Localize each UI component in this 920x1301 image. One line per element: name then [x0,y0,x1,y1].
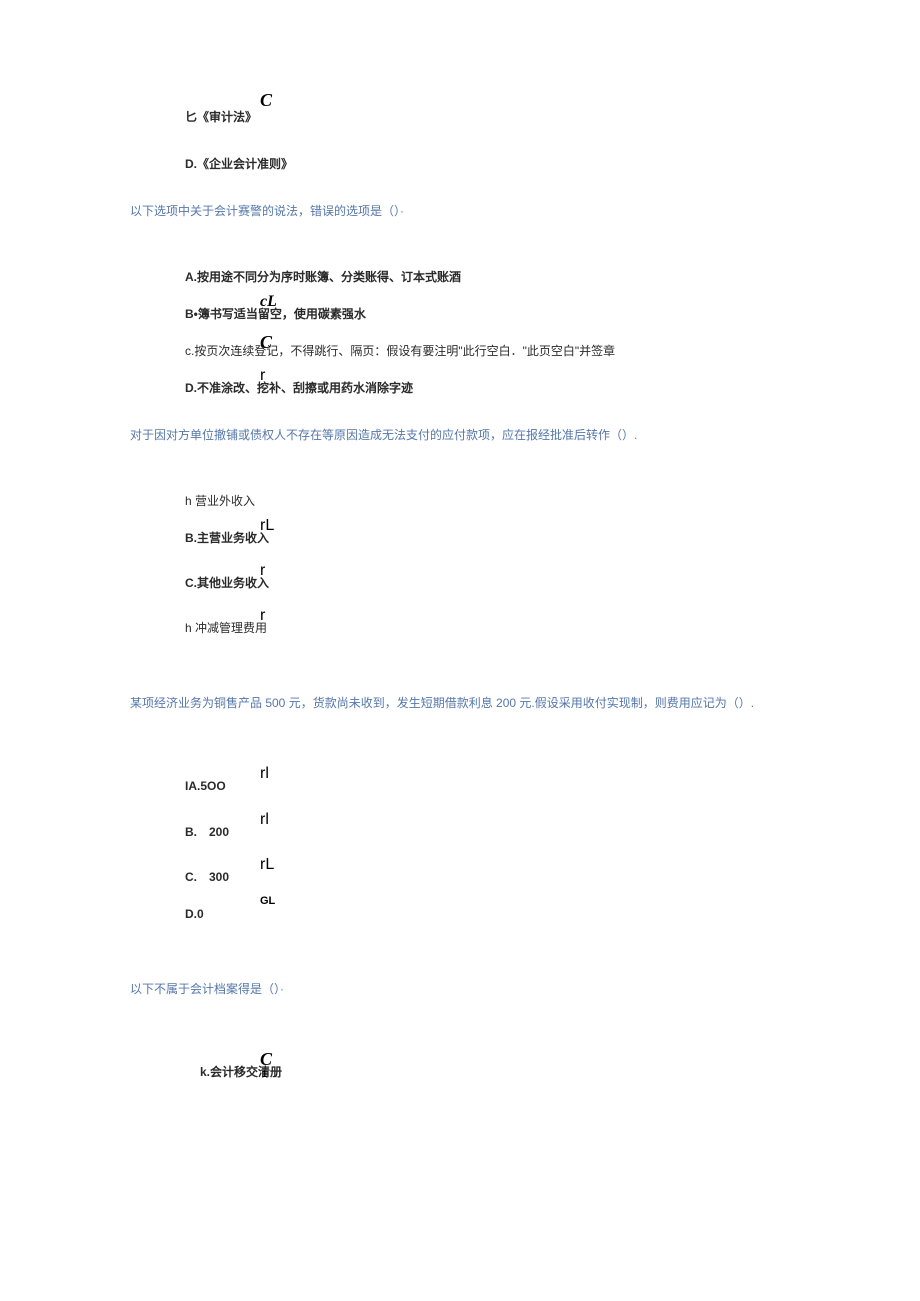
option-row: C 1 k.会计移交清册 [130,1055,790,1082]
question-text: 对于因对方单位撤铺或债权人不存在等原因造成无法支付的应付款项，应在报经批准后转作… [130,426,790,445]
option-row: GL D.0 [130,897,790,924]
document-page: C 匕《审计法》 D.《企业会计准则》 以下选项中关于会计赛警的说法，错误的选项… [0,0,920,1133]
option-d-text: D.《企业会计准则》 [185,155,790,174]
option-d-text: D.不准涂改、挖补、刮擦或用药水消除字迹 [185,379,790,398]
superscript-marker: 1 [262,1069,267,1079]
option-row: rL B.主营业务收入 [130,521,790,548]
option-b-text: B. 200 [185,823,790,842]
radio-marker: C [260,332,272,353]
radio-marker: rl [260,811,269,829]
radio-marker: C [260,1049,272,1070]
option-d-text: h 冲减管理费用 [185,619,790,638]
option-a-text: k.会计移交清册 [200,1063,790,1082]
option-a-text: h 营业外收入 [185,492,790,511]
option-row: h 营业外收入 [130,492,790,511]
radio-marker: r [260,367,265,385]
radio-marker: r [260,562,265,580]
option-a-text: IA.5OO [185,777,790,796]
option-row: cL B•簿书写适当留空，使用碳素强水 [130,297,790,324]
radio-marker: r [260,607,265,625]
radio-marker: C [260,90,272,111]
option-row: r C.其他业务收入 [130,566,790,593]
option-row: rl B. 200 [130,815,790,842]
option-row: D.《企业会计准则》 [130,155,790,174]
option-row: C c.按页次连续登记，不得跳行、隔页：假设有要注明"此行空白．"此页空白"并签… [130,334,790,361]
option-c-text: C. 300 [185,868,790,887]
option-d-text: D.0 [185,905,790,924]
option-c-text: c.按页次连续登记，不得跳行、隔页：假设有要注明"此行空白．"此页空白"并签章 [185,342,790,361]
option-row: C 匕《审计法》 [130,90,790,127]
option-row: r D.不准涂改、挖补、刮擦或用药水消除字迹 [130,371,790,398]
radio-marker: rl [260,765,269,783]
radio-marker: rL [260,856,274,874]
question-text: 以下选项中关于会计赛警的说法，错误的选项是（）· [130,202,790,221]
option-row: r h 冲减管理费用 [130,611,790,638]
option-c-text: 匕《审计法》 [185,108,790,127]
option-a-text: A.按用途不同分为序时账簿、分类账得、订本式账酒 [185,268,790,287]
option-c-text: C.其他业务收入 [185,574,790,593]
question-text: 某项经济业务为铜售产品 500 元，货款尚未收到，发生短期借款利息 200 元.… [130,694,790,713]
radio-marker: rL [260,517,274,535]
radio-marker: GL [260,895,275,907]
option-row: A.按用途不同分为序时账簿、分类账得、订本式账酒 [130,268,790,287]
option-row: rL C. 300 [130,860,790,887]
question-text: 以下不属于会计档案得是（）· [130,980,790,999]
option-row: rl IA.5OO [130,769,790,796]
radio-marker: cL [260,293,277,311]
option-b-text: B.主营业务收入 [185,529,790,548]
